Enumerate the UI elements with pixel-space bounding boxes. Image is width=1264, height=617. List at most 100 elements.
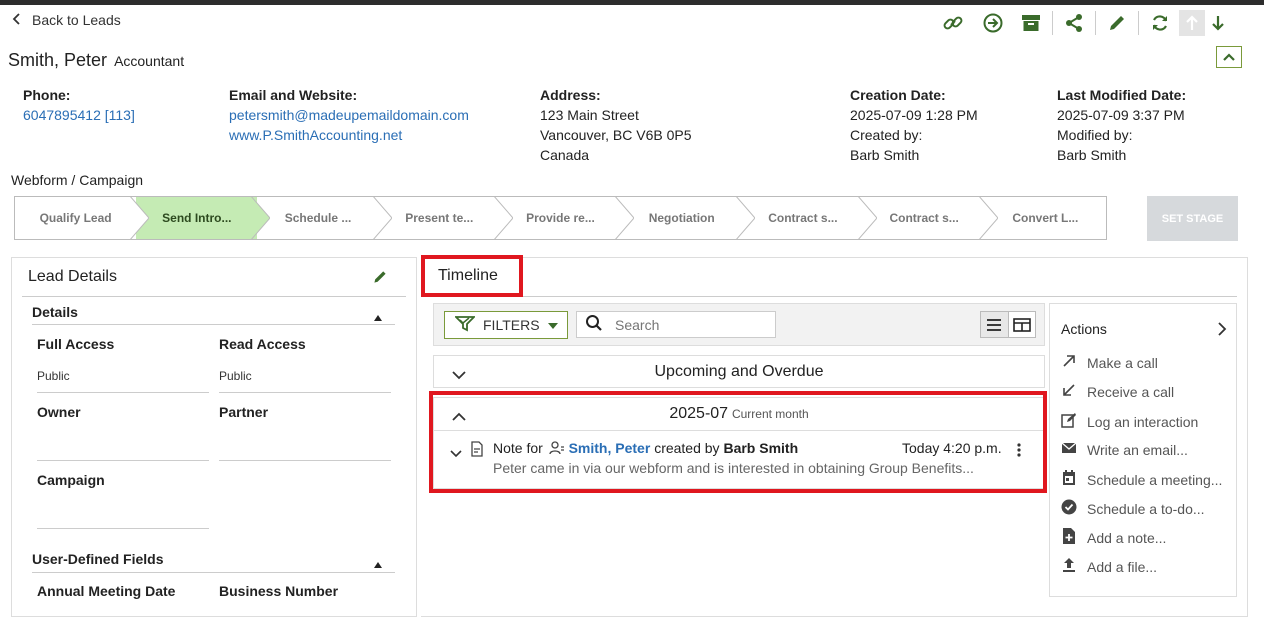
toolbar-divider (1138, 11, 1139, 35)
pipeline-stage-label: Schedule ... (284, 211, 352, 225)
campaign-label: Campaign (37, 472, 105, 488)
timeline-search[interactable] (576, 311, 776, 338)
action-label: Write an email... (1087, 441, 1188, 458)
stage-separator-arrow (129, 197, 150, 239)
read-access-value: Public (219, 369, 252, 383)
action-item[interactable]: Make a call (1061, 354, 1158, 371)
receive-call-arrow-icon (1061, 383, 1077, 400)
edit-pencil-icon[interactable] (1104, 10, 1130, 36)
stage-separator-arrow (856, 197, 877, 239)
stage-separator-arrow (614, 197, 635, 239)
pipeline-stage-label: Contract s... (889, 211, 959, 225)
search-icon (585, 314, 603, 335)
search-input[interactable] (615, 316, 765, 333)
action-item[interactable]: Receive a call (1061, 383, 1174, 400)
stage-separator-arrow (735, 197, 756, 239)
upcoming-overdue-group[interactable]: Upcoming and Overdue (433, 355, 1045, 388)
set-stage-button[interactable]: SET STAGE (1147, 196, 1238, 241)
pipeline-stage-label: Contract s... (768, 211, 838, 225)
modified-by: Barb Smith (1057, 147, 1127, 163)
website-link[interactable]: www.P.SmithAccounting.net (229, 125, 402, 145)
creation-date-label: Creation Date: (850, 87, 946, 103)
list-view-icon[interactable] (981, 312, 1008, 337)
divider (32, 572, 395, 573)
action-label: Add a note... (1087, 529, 1167, 546)
pipeline-name: Webform / Campaign (11, 172, 144, 188)
address-label: Address: (540, 87, 601, 103)
pipeline-stage[interactable]: Negotiation (621, 197, 756, 239)
pipeline-stage-label: Qualify Lead (39, 211, 112, 225)
annual-meeting-date-label: Annual Meeting Date (37, 583, 176, 599)
pipeline-stage-label: Send Intro... (162, 211, 232, 225)
pipeline-stage[interactable]: Qualify Lead (15, 197, 150, 239)
divider (219, 460, 391, 461)
convert-arrow-icon[interactable] (980, 10, 1006, 36)
email-link[interactable]: petersmith@madeupemaildomain.com (229, 105, 469, 125)
pipeline-stage[interactable]: Present te... (379, 197, 513, 239)
partner-label: Partner (219, 404, 269, 420)
collapse-header-button[interactable] (1216, 46, 1242, 68)
modified-date-label: Last Modified Date: (1057, 87, 1187, 103)
pipeline-stage[interactable]: Contract s... (864, 197, 998, 239)
link-icon[interactable] (940, 10, 966, 36)
action-item[interactable]: Schedule a to-do... (1061, 499, 1205, 518)
back-to-leads-link[interactable]: Back to Leads (12, 12, 121, 28)
archive-icon[interactable] (1018, 10, 1044, 36)
stage-separator-arrow (371, 197, 392, 239)
pipeline-stage[interactable]: Contract s... (742, 197, 877, 239)
collapse-triangle-icon[interactable] (373, 309, 383, 325)
upload-file-icon (1061, 557, 1077, 576)
contact-title: Accountant (114, 53, 185, 69)
previous-record-icon[interactable] (1179, 10, 1205, 36)
pipeline-stage[interactable]: Convert L... (985, 197, 1106, 239)
divider (22, 296, 406, 297)
record-toolbar (940, 10, 1231, 36)
action-item[interactable]: Schedule a meeting... (1061, 470, 1222, 489)
divider (32, 324, 395, 325)
highlight-box-timeline (421, 255, 523, 297)
make-call-arrow-icon (1061, 354, 1077, 371)
pipeline-stage-label: Negotiation (648, 211, 715, 225)
read-access-label: Read Access (219, 336, 306, 352)
stage-separator-arrow (977, 197, 998, 239)
pipeline-stages: Qualify Lead Send Intro... Schedule ... Pre… (14, 196, 1107, 240)
divider (37, 392, 209, 393)
upcoming-overdue-label: Upcoming and Overdue (654, 362, 824, 380)
stage-separator-arrow (250, 197, 271, 239)
filter-funnel-icon (453, 315, 477, 335)
phone-label: Phone: (23, 87, 71, 103)
full-access-label: Full Access (37, 336, 115, 352)
actions-title: Actions (1061, 321, 1107, 337)
check-circle-icon (1061, 499, 1077, 518)
business-number-label: Business Number (219, 583, 339, 599)
address-line-1: 123 Main Street (540, 107, 639, 123)
action-item[interactable]: Write an email... (1061, 441, 1188, 458)
action-item[interactable]: Add a file... (1061, 557, 1157, 576)
action-item[interactable]: Add a note... (1061, 528, 1166, 547)
action-label: Add a file... (1087, 558, 1158, 575)
pipeline-stage[interactable]: Schedule ... (257, 197, 392, 239)
email-envelope-icon (1061, 441, 1077, 458)
table-view-icon[interactable] (1007, 312, 1036, 337)
chevron-up-icon (1223, 53, 1235, 61)
toolbar-divider (1052, 11, 1053, 35)
pipeline-stage[interactable]: Send Intro... (136, 197, 271, 239)
pipeline-stage[interactable]: Provide re... (500, 197, 635, 239)
chevron-right-icon[interactable] (1218, 322, 1227, 339)
collapse-triangle-icon[interactable] (373, 556, 383, 572)
chevron-down-icon (452, 367, 466, 383)
phone-link[interactable]: 6047895412 [113] (23, 105, 135, 125)
action-item[interactable]: Log an interaction (1061, 412, 1198, 431)
filters-button[interactable]: FILTERS (444, 311, 568, 339)
pipeline-stage-label: Convert L... (1012, 211, 1079, 225)
refresh-icon[interactable] (1147, 10, 1173, 36)
full-access-value: Public (37, 369, 70, 383)
share-icon[interactable] (1061, 10, 1087, 36)
lead-details-title: Lead Details (28, 268, 117, 285)
action-label: Make a call (1087, 354, 1158, 371)
next-record-icon[interactable] (1205, 10, 1231, 36)
edit-details-icon[interactable] (372, 269, 388, 288)
view-toggle (980, 311, 1036, 338)
action-label: Log an interaction (1087, 413, 1199, 430)
created-by-label: Created by: (850, 127, 923, 143)
